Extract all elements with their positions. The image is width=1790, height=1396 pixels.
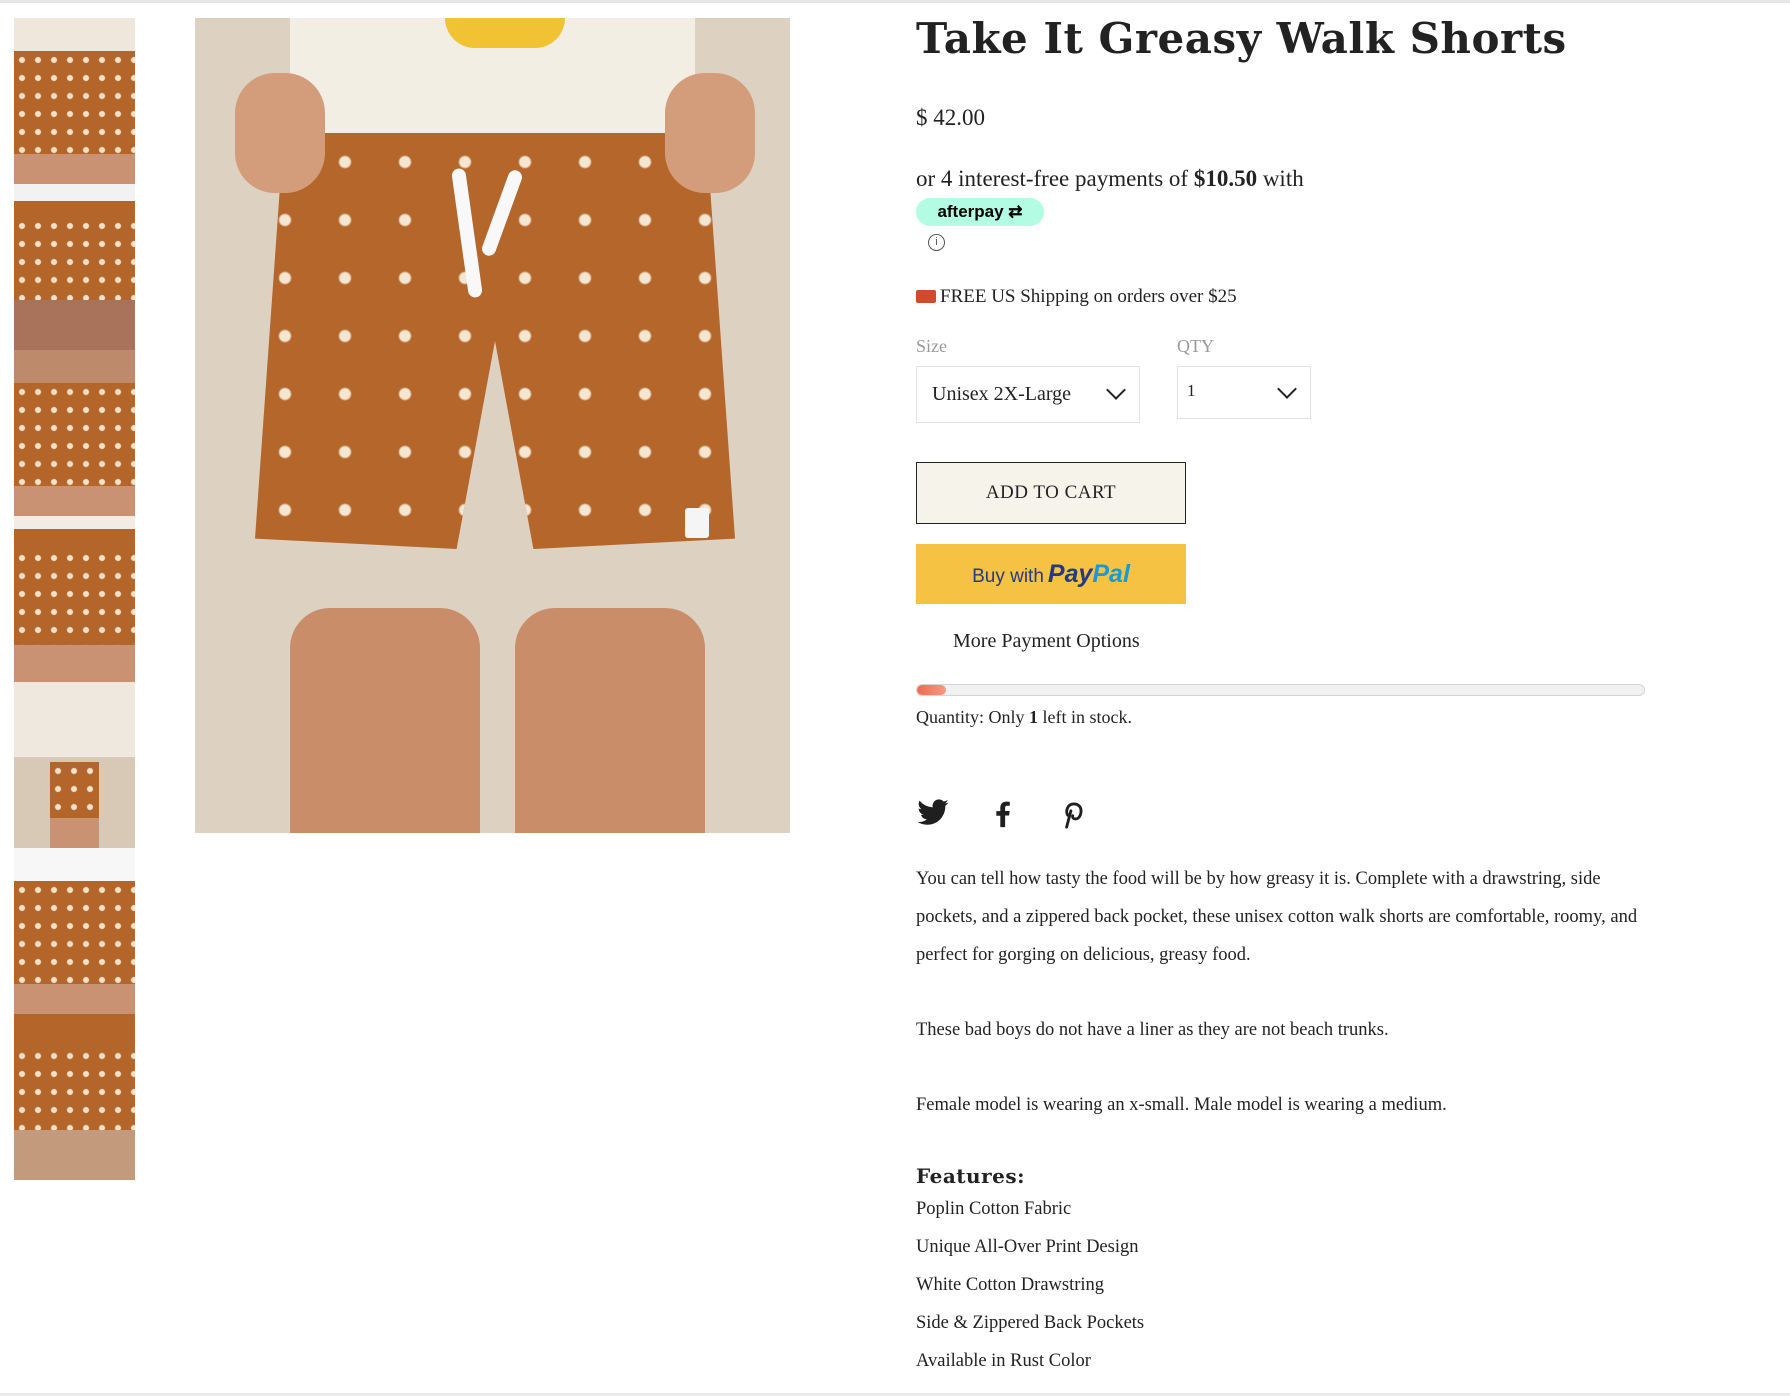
description-paragraph: You can tell how tasty the food will be … [916, 869, 1638, 965]
top-border [0, 0, 1790, 3]
feature-item: Side & Zippered Back Pockets [916, 1313, 1145, 1333]
info-circle-icon[interactable]: i [928, 234, 945, 251]
chevron-down-icon [1277, 379, 1297, 399]
stock-message: Quantity: Only 1 left in stock. [916, 707, 1132, 727]
thumbnail-gallery [14, 18, 135, 1180]
afterpay-message: or 4 interest-free payments of $10.50 wi… [916, 166, 1304, 191]
product-thumbnail[interactable] [14, 350, 135, 516]
feature-item: White Cotton Drawstring [916, 1275, 1105, 1295]
shipping-notice: FREE US Shipping on orders over $25 [916, 286, 1237, 308]
twitter-icon[interactable] [916, 796, 950, 830]
product-thumbnail[interactable] [14, 516, 135, 682]
feature-item: Poplin Cotton Fabric [916, 1199, 1072, 1219]
afterpay-amount: $10.50 [1193, 166, 1258, 191]
truck-icon [916, 290, 936, 303]
paypal-button[interactable]: Buy with PayPal [916, 544, 1186, 604]
size-dropdown[interactable]: Unisex 2X-Large [916, 366, 1140, 423]
qty-label: QTY [1177, 336, 1214, 356]
paypal-logo: Pay [1047, 560, 1093, 588]
product-title: Take It Greasy Walk Shorts [916, 14, 1567, 63]
product-thumbnail[interactable] [14, 18, 135, 184]
features-heading: Features: [916, 1164, 1025, 1188]
social-share [916, 796, 1116, 830]
chevron-down-icon [1106, 380, 1126, 400]
product-description: You can tell how tasty the food will be … [916, 860, 1656, 1161]
feature-item: Available in Rust Color [916, 1351, 1091, 1371]
main-product-image[interactable] [195, 18, 790, 833]
features-list: Poplin Cotton Fabric Unique All-Over Pri… [916, 1190, 1144, 1380]
add-to-cart-button[interactable]: ADD TO CART [916, 462, 1186, 524]
stock-progress-fill [917, 685, 947, 695]
qty-dropdown[interactable]: 1 [1177, 366, 1311, 419]
size-selected-value: Unisex 2X-Large [932, 383, 1072, 405]
description-paragraph: Female model is wearing an x-small. Male… [916, 1095, 1447, 1115]
product-thumbnail[interactable] [14, 848, 135, 1014]
pinterest-icon[interactable] [1056, 796, 1090, 830]
product-price: $ 42.00 [916, 105, 985, 130]
size-label: Size [916, 336, 947, 356]
stock-count: 1 [1029, 707, 1038, 727]
stock-progress-bar [916, 684, 1645, 696]
product-thumbnail[interactable] [14, 682, 135, 848]
qty-selected-value: 1 [1187, 381, 1196, 400]
description-paragraph: These bad boys do not have a liner as th… [916, 1020, 1389, 1040]
product-thumbnail[interactable] [14, 1014, 135, 1180]
facebook-icon[interactable] [986, 796, 1020, 830]
feature-item: Unique All-Over Print Design [916, 1237, 1139, 1257]
more-payment-options-link[interactable]: More Payment Options [953, 630, 1140, 653]
product-thumbnail[interactable] [14, 184, 135, 350]
afterpay-logo: afterpay ⇄ [916, 198, 1044, 226]
